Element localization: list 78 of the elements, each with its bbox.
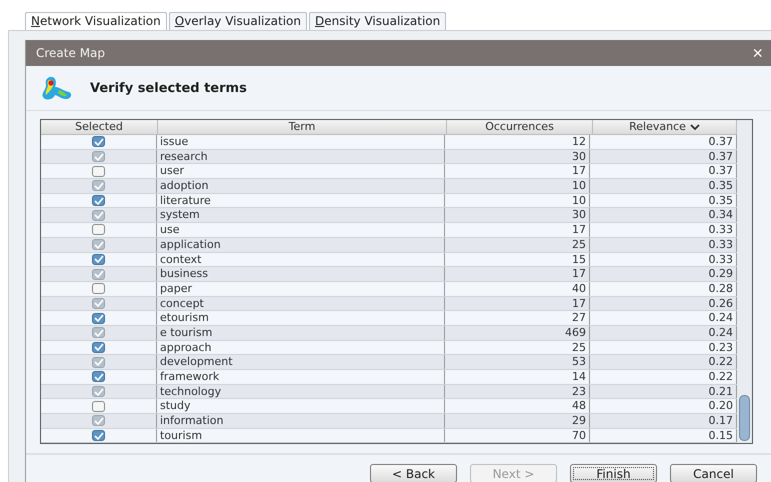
sort-descending-icon: [690, 124, 700, 130]
table-cell: framework: [157, 370, 445, 384]
checkbox[interactable]: [92, 210, 105, 221]
checkbox[interactable]: [92, 312, 105, 324]
table-cell: application: [157, 238, 445, 252]
dialog-button[interactable]: < Back: [370, 464, 457, 482]
table-cell: research: [157, 150, 445, 164]
table-cell: 14: [445, 370, 590, 384]
checkbox[interactable]: [92, 254, 105, 265]
table-cell: 17: [445, 267, 590, 281]
checkbox[interactable]: [92, 400, 105, 412]
checkbox[interactable]: [92, 180, 105, 192]
checkbox[interactable]: [92, 224, 105, 236]
table-cell: 15: [445, 252, 590, 266]
table-cell: 12: [445, 135, 590, 149]
table-cell: 70: [445, 428, 590, 442]
dialog-button[interactable]: Cancel: [670, 464, 757, 482]
table-cell: e tourism: [157, 326, 445, 340]
table-cell: 30: [445, 208, 590, 222]
table-cell: 48: [445, 399, 590, 414]
table-cell: 53: [445, 355, 590, 369]
checkbox[interactable]: [92, 298, 105, 309]
table-cell: 29: [445, 414, 590, 428]
table-cell: approach: [157, 340, 445, 354]
table-cell: 27: [445, 311, 590, 325]
table-cell: technology: [157, 384, 445, 398]
table-cell: context: [157, 252, 445, 266]
table-cell: 469: [445, 326, 590, 340]
table-cell: 10: [445, 179, 590, 193]
table-cell: 25: [445, 238, 590, 252]
table-cell: 10: [445, 194, 590, 208]
table-cell: 17: [445, 223, 590, 237]
tab[interactable]: Overlay Visualization: [168, 12, 308, 30]
table-cell: use: [157, 223, 445, 237]
step-heading: Verify selected terms: [90, 80, 247, 96]
checkbox[interactable]: [92, 268, 105, 280]
checkbox[interactable]: [92, 239, 105, 250]
table-cell: 25: [445, 340, 590, 354]
table-cell: development: [157, 355, 445, 369]
table-cell: information: [157, 414, 445, 428]
table-cell: 17: [445, 164, 590, 178]
checkbox[interactable]: [92, 151, 105, 162]
table-cell: system: [157, 208, 445, 222]
checkbox[interactable]: [92, 136, 105, 148]
dialog-title: Create Map: [36, 46, 106, 60]
checkbox[interactable]: [92, 283, 105, 294]
table-cell: 17: [445, 296, 590, 310]
column-header[interactable]: Term: [158, 120, 447, 134]
table-cell: adoption: [157, 179, 445, 193]
table-cell: 30: [445, 150, 590, 164]
checkbox[interactable]: [92, 166, 105, 177]
checkbox[interactable]: [92, 430, 105, 442]
table-cell: issue: [157, 135, 445, 149]
table-cell: 40: [445, 282, 590, 296]
checkbox[interactable]: [92, 415, 105, 426]
dialog-button[interactable]: Finish: [570, 464, 657, 482]
checkbox[interactable]: [92, 356, 105, 368]
checkbox[interactable]: [92, 195, 105, 206]
table-cell: etourism: [157, 311, 445, 325]
checkbox[interactable]: [92, 371, 105, 382]
table-cell: tourism: [157, 428, 445, 442]
scrollbar-thumb[interactable]: [739, 395, 750, 442]
checkbox[interactable]: [92, 327, 105, 338]
table-cell: business: [157, 267, 445, 281]
checkbox[interactable]: [92, 386, 105, 398]
checkbox[interactable]: [92, 342, 105, 353]
density-map-icon: [40, 75, 74, 101]
table-cell: 23: [445, 384, 590, 398]
table-cell: user: [157, 164, 445, 178]
table-cell: concept: [157, 296, 445, 310]
close-button[interactable]: ×: [752, 44, 763, 62]
table-cell: literature: [157, 194, 445, 208]
tab[interactable]: Density Visualization: [309, 12, 446, 30]
table-cell: study: [157, 399, 445, 414]
column-header[interactable]: Occurrences: [447, 120, 593, 134]
column-header[interactable]: Selected: [41, 120, 158, 134]
tab[interactable]: Network Visualization: [25, 12, 167, 30]
table-cell: paper: [157, 282, 445, 296]
